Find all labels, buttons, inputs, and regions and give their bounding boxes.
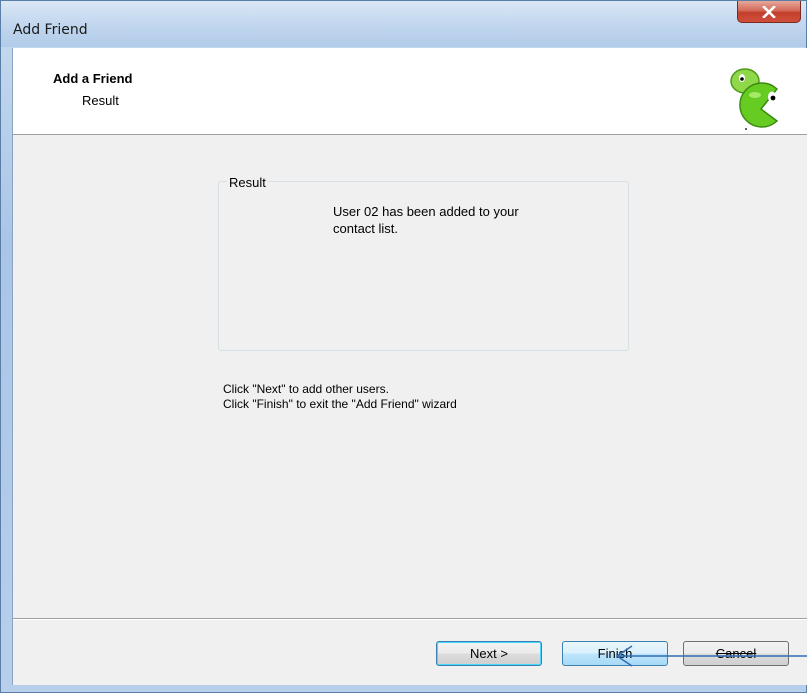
result-message-line1: User 02 has been added to your: [333, 204, 519, 219]
wizard-client-area: Add a Friend Result Result User 02 has b…: [12, 48, 807, 685]
add-friend-window: Add Friend Add a Friend Result Result Us…: [0, 0, 807, 693]
instruction-line2: Click "Finish" to exit the "Add Friend" …: [223, 397, 457, 411]
window-title: Add Friend: [13, 22, 88, 38]
page-title: Add a Friend: [53, 71, 133, 86]
instruction-line1: Click "Next" to add other users.: [223, 382, 389, 396]
button-separator: [13, 618, 807, 620]
result-group-label: Result: [227, 175, 268, 190]
smiley-mascot-icon: [730, 68, 779, 130]
cancel-button[interactable]: Cancel: [683, 641, 789, 666]
instructions-text: Click "Next" to add other users. Click "…: [223, 382, 457, 412]
title-bar[interactable]: Add Friend: [1, 1, 806, 47]
result-message: User 02 has been added to your contact l…: [333, 203, 583, 237]
cancel-button-label: Cancel: [715, 646, 757, 661]
finish-button[interactable]: Finish: [562, 641, 668, 666]
next-button-label: Next >: [470, 646, 508, 661]
result-message-line2: contact list.: [333, 221, 399, 236]
next-button[interactable]: Next >: [436, 641, 542, 666]
page-subtitle: Result: [82, 93, 119, 108]
wizard-header: Add a Friend Result: [13, 48, 807, 135]
finish-button-label: Finish: [597, 646, 633, 661]
close-button[interactable]: [737, 1, 801, 23]
close-icon: [762, 5, 776, 18]
